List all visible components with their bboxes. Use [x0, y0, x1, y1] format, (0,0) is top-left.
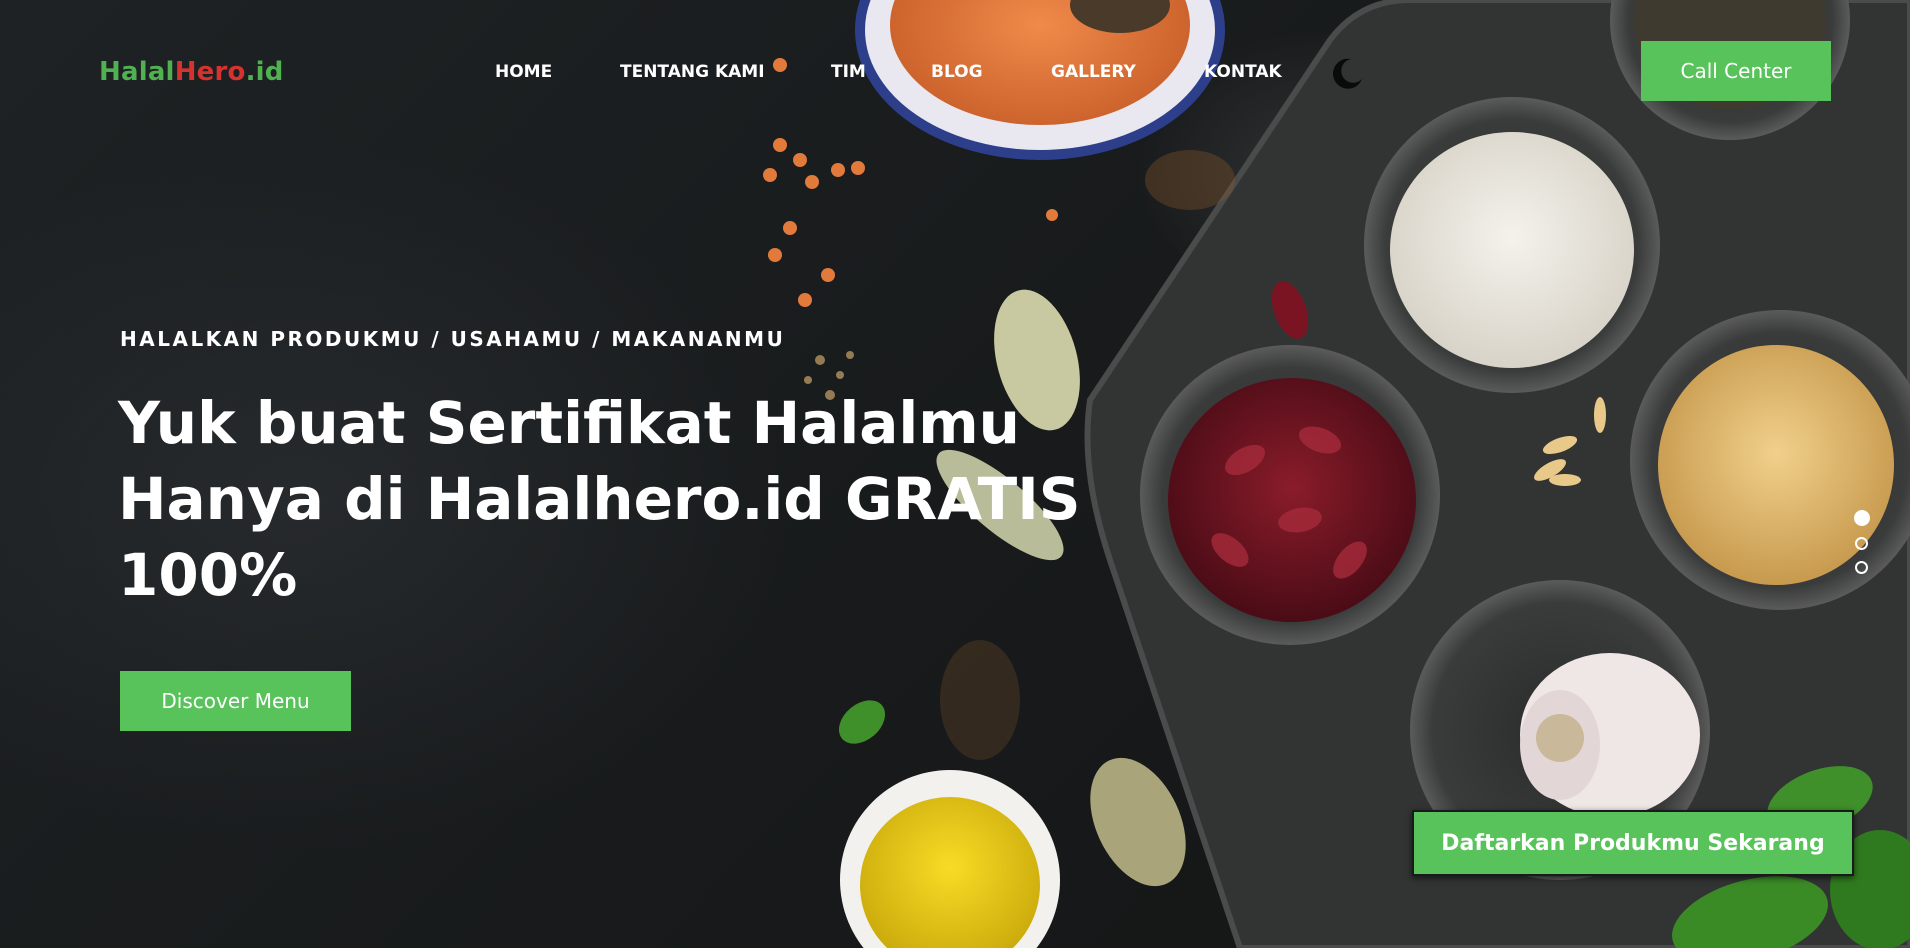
slider-dot-2[interactable]: [1855, 537, 1868, 550]
nav-item-home[interactable]: HOME: [495, 62, 552, 82]
call-center-button[interactable]: Call Center: [1641, 41, 1831, 101]
brand-logo-part-domain: .id: [245, 57, 284, 87]
nav-item-blog[interactable]: BLOG: [931, 62, 983, 82]
brand-logo-part-halal: Halal: [99, 57, 175, 87]
brand-logo[interactable]: HalalHero.id: [99, 57, 284, 87]
slider-pagination: [1854, 510, 1875, 585]
moon-icon: [1332, 58, 1362, 89]
brand-logo-part-hero: Hero: [174, 57, 246, 87]
discover-menu-button[interactable]: Discover Menu: [120, 671, 351, 731]
hero-headline: Yuk buat Sertifikat Halalmu Hanya di Hal…: [118, 385, 1118, 613]
slider-dot-1[interactable]: [1854, 510, 1870, 526]
slider-dot-3[interactable]: [1855, 561, 1868, 574]
nav-item-gallery[interactable]: GALLERY: [1051, 62, 1136, 82]
hero-headline-line: Yuk buat Sertifikat Halalmu: [118, 389, 1020, 457]
nav-item-tentang-kami[interactable]: TENTANG KAMI: [620, 62, 765, 82]
register-product-button[interactable]: Daftarkan Produkmu Sekarang: [1412, 810, 1854, 876]
hero-headline-line: Hanya di Halalhero.id GRATIS: [118, 465, 1081, 533]
hero-headline-line: 100%: [118, 541, 298, 609]
theme-toggle-button[interactable]: [1329, 55, 1365, 91]
nav-item-tim[interactable]: TIM: [831, 62, 866, 82]
nav-item-kontak[interactable]: KONTAK: [1204, 62, 1282, 82]
hero-kicker: HALALKAN PRODUKMU / USAHAMU / MAKANANMU: [120, 327, 786, 351]
